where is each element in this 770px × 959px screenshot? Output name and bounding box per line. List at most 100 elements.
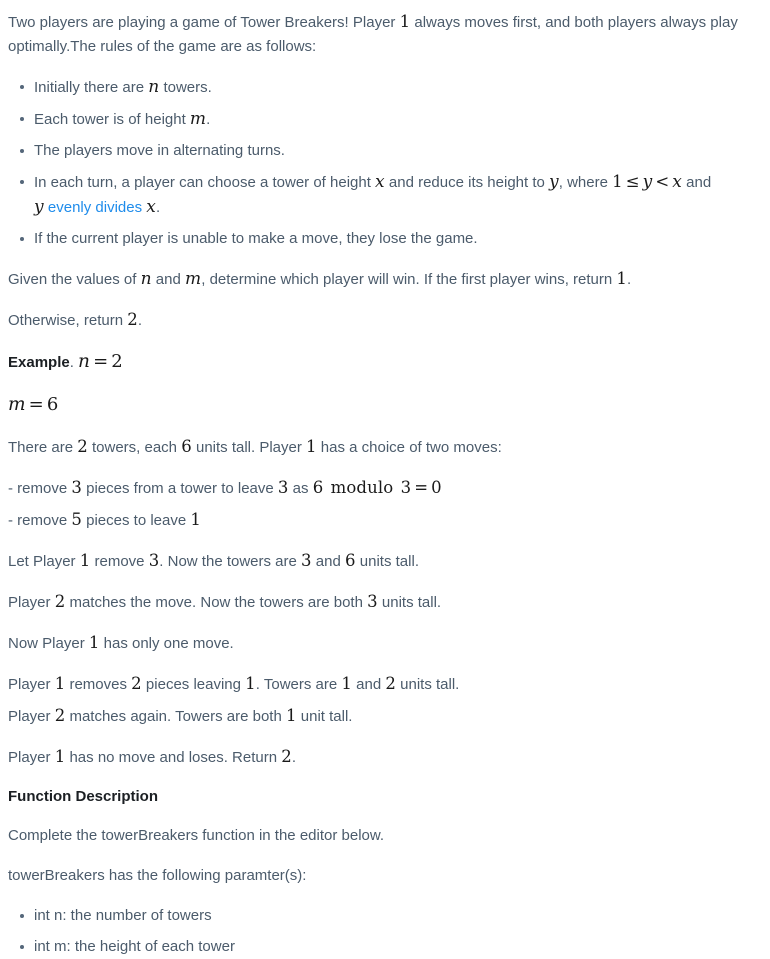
math-move1-leave: 3 bbox=[277, 478, 289, 497]
w6-c: . bbox=[291, 749, 297, 766]
evenly-divides-link[interactable]: evenly divides bbox=[48, 199, 142, 216]
math-return-one: 1 bbox=[616, 269, 628, 288]
example-intro-a: There are bbox=[8, 439, 78, 456]
list-item-rule-2: Each tower is of height m. bbox=[20, 107, 762, 132]
example-label-line: Example. n = 2 bbox=[8, 349, 762, 376]
w6-b: has no move and loses. Return bbox=[65, 749, 282, 766]
otherwise-paragraph: Otherwise, return 2. bbox=[8, 308, 762, 333]
move-1-a: - remove bbox=[8, 480, 72, 497]
math-move2-leave: 1 bbox=[190, 510, 201, 529]
rules-list: Initially there are n towers. Each tower… bbox=[8, 75, 762, 251]
math-y: y bbox=[549, 172, 559, 192]
w4-f: units tall. bbox=[395, 676, 460, 693]
math-w6-return: 2 bbox=[281, 747, 292, 766]
rule-1-text-a: Initially there are bbox=[34, 79, 149, 96]
otherwise-text-a: Otherwise, return bbox=[8, 312, 128, 329]
determine-paragraph: Given the values of n and m, determine w… bbox=[8, 267, 762, 292]
rule-2-text-b: . bbox=[206, 111, 211, 128]
w5-b: matches again. Towers are both bbox=[65, 708, 286, 725]
math-w4-leaving: 1 bbox=[245, 674, 256, 693]
math-example-m: m = 6 bbox=[8, 394, 59, 415]
rule-2-text-a: Each tower is of height bbox=[34, 111, 190, 128]
example-m-line: m = 6 bbox=[8, 392, 762, 419]
w4-b: removes bbox=[65, 676, 132, 693]
parameters-intro-line: towerBreakers has the following paramter… bbox=[8, 867, 307, 884]
intro-paragraph: Two players are playing a game of Tower … bbox=[8, 10, 762, 59]
math-w4-tower-b: 2 bbox=[385, 674, 396, 693]
math-x-2: x bbox=[146, 197, 156, 217]
math-w5-player: 2 bbox=[54, 706, 66, 725]
walkthrough-line-6: Player 1 has no move and loses. Return 2… bbox=[8, 745, 762, 770]
parameters-list: int n: the number of towers int m: the h… bbox=[8, 904, 762, 959]
w1-b: remove bbox=[90, 553, 149, 570]
w4-e: and bbox=[351, 676, 386, 693]
otherwise-text-b: . bbox=[137, 312, 142, 329]
math-w4-player: 1 bbox=[54, 674, 66, 693]
rule-4-text-e: . bbox=[155, 199, 161, 216]
move-1-c: as bbox=[288, 480, 313, 497]
example-intro-d: has a choice of two moves: bbox=[316, 439, 502, 456]
complete-function-line: Complete the towerBreakers function in t… bbox=[8, 827, 385, 844]
math-m: m bbox=[189, 109, 207, 129]
move-1-b: pieces from a tower to leave bbox=[81, 480, 278, 497]
rule-4-text-a: In each turn, a player can choose a towe… bbox=[34, 174, 376, 191]
math-move1-remove: 3 bbox=[71, 478, 82, 497]
example-move-1: - remove 3 pieces from a tower to leave … bbox=[8, 476, 762, 501]
math-y-2: y bbox=[34, 197, 44, 217]
math-move2-remove: 5 bbox=[71, 510, 82, 529]
w3-a: Now Player bbox=[8, 635, 89, 652]
math-return-two: 2 bbox=[127, 310, 138, 329]
rule-5-text: If the current player is unable to make … bbox=[34, 230, 478, 247]
math-w4-tower-a: 1 bbox=[341, 674, 352, 693]
math-player-1-choice: 1 bbox=[306, 437, 317, 456]
w3-b: has only one move. bbox=[99, 635, 234, 652]
walkthrough-line-1: Let Player 1 remove 3. Now the towers ar… bbox=[8, 549, 762, 574]
math-w3-player: 1 bbox=[88, 633, 100, 652]
math-w1-tower-b: 6 bbox=[345, 551, 356, 570]
math-two-towers: 2 bbox=[77, 437, 88, 456]
example-intro-line: There are 2 towers, each 6 units tall. P… bbox=[8, 435, 762, 460]
walkthrough-line-3: Now Player 1 has only one move. bbox=[8, 631, 762, 656]
math-six-units: 6 bbox=[181, 437, 192, 456]
math-modulo-expr: 6 modulo 3 = 0 bbox=[312, 478, 442, 497]
math-n-determine: n bbox=[140, 269, 152, 289]
list-item-rule-5: If the current player is unable to make … bbox=[20, 227, 762, 251]
math-w2-player: 2 bbox=[54, 592, 66, 611]
move-2-a: - remove bbox=[8, 512, 72, 529]
list-item-rule-3: The players move in alternating turns. bbox=[20, 139, 762, 163]
math-w2-height: 3 bbox=[367, 592, 378, 611]
determine-text-a: Given the values of bbox=[8, 271, 141, 288]
w5-a: Player bbox=[8, 708, 55, 725]
list-item-param-n: int n: the number of towers bbox=[20, 904, 762, 928]
w5-c: unit tall. bbox=[296, 708, 353, 725]
example-intro-c: units tall. Player bbox=[191, 439, 307, 456]
math-w1-player: 1 bbox=[79, 551, 91, 570]
example-move-2: - remove 5 pieces to leave 1 bbox=[8, 508, 762, 533]
w2-b: matches the move. Now the towers are bot… bbox=[65, 594, 368, 611]
list-item-rule-4: In each turn, a player can choose a towe… bbox=[20, 170, 762, 220]
math-n: n bbox=[148, 77, 160, 97]
w2-a: Player bbox=[8, 594, 55, 611]
rule-1-text-b: towers. bbox=[159, 79, 212, 96]
example-label: Example bbox=[8, 354, 70, 371]
math-w6-player: 1 bbox=[54, 747, 66, 766]
math-w1-remove: 3 bbox=[148, 551, 160, 570]
w4-c: pieces leaving bbox=[141, 676, 246, 693]
w1-a: Let Player bbox=[8, 553, 80, 570]
math-w5-height: 1 bbox=[285, 706, 297, 725]
example-intro-b: towers, each bbox=[87, 439, 182, 456]
rule-4-text-c: , where bbox=[558, 174, 613, 191]
walkthrough-line-4: Player 1 removes 2 pieces leaving 1. Tow… bbox=[8, 672, 762, 697]
math-example-n: n = 2 bbox=[78, 351, 123, 372]
math-m-determine: m bbox=[185, 269, 202, 289]
math-w1-tower-a: 3 bbox=[301, 551, 312, 570]
rule-3-text: The players move in alternating turns. bbox=[34, 142, 285, 159]
w1-c: . Now the towers are bbox=[159, 553, 302, 570]
w2-c: units tall. bbox=[377, 594, 442, 611]
rule-4-text-b: and reduce its height to bbox=[384, 174, 550, 191]
list-item-rule-1: Initially there are n towers. bbox=[20, 75, 762, 100]
intro-text-a: Two players are playing a game of Tower … bbox=[8, 14, 400, 31]
move-2-b: pieces to leave bbox=[81, 512, 191, 529]
walkthrough-line-2: Player 2 matches the move. Now the tower… bbox=[8, 590, 762, 615]
example-label-suffix: . bbox=[69, 354, 74, 371]
